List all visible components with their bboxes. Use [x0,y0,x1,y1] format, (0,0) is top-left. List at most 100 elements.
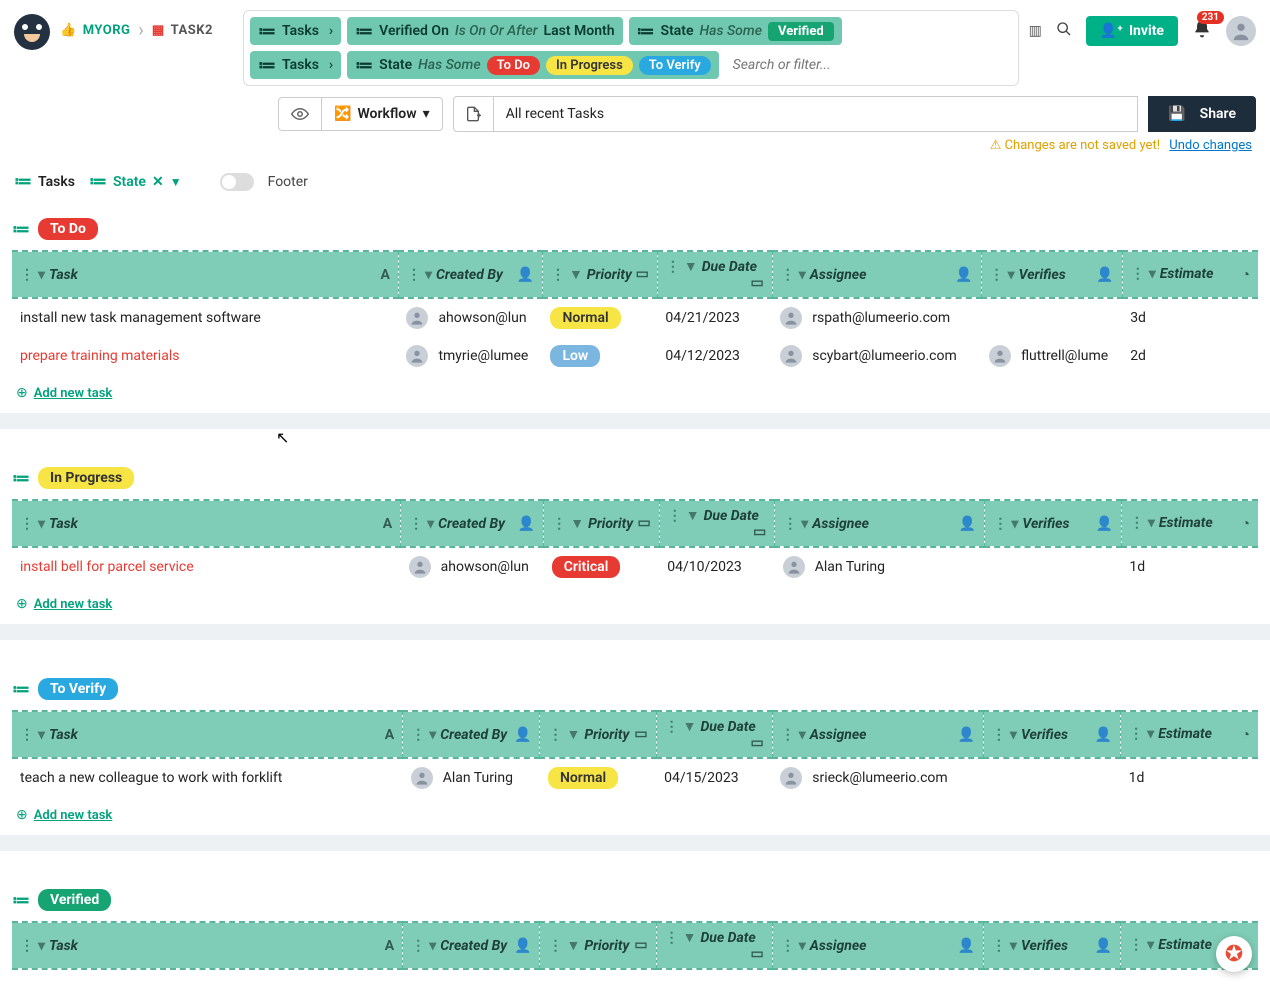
filter-search-input[interactable] [725,53,945,77]
col-priority[interactable]: ⋮▼Priority▭ [540,711,656,758]
table-row[interactable]: prepare training materials tmyrie@lumee … [12,337,1258,375]
caret-down-icon: ▾ [423,106,430,122]
cell-assignee[interactable]: scybart@lumeerio.com [772,337,981,375]
filter-state-multi-chip[interactable]: State Has Some To Do In Progress To Veri… [347,51,719,79]
breadcrumb: 👍 MYORG › ▦ TASK2 [60,20,213,41]
cell-task[interactable]: install bell for parcel service [12,547,401,586]
col-priority[interactable]: ⋮▼Priority▭ [544,500,660,547]
cell-created-by[interactable]: ahowson@lun [398,298,542,337]
col-verifies[interactable]: ⋮▾Verifies👤 [985,500,1122,547]
col-task[interactable]: ⋮▾TaskA [12,500,401,547]
user-avatar[interactable] [1226,16,1256,46]
undo-changes-link[interactable]: Undo changes [1169,138,1252,153]
col-created-by[interactable]: ⋮▾Created By👤 [403,711,540,758]
cell-priority[interactable]: Critical [544,547,660,586]
filter-source-chip[interactable]: Tasks › [250,17,341,45]
cell-task[interactable]: install new task management software [12,298,398,337]
table-row[interactable]: install new task management software aho… [12,298,1258,337]
chevron-down-icon[interactable]: ▼ [170,175,182,189]
cell-priority[interactable]: Normal [542,298,657,337]
cell-created-by[interactable]: Alan Turing [403,758,540,797]
plus-circle-icon: ⊕ [16,385,28,401]
invite-button[interactable]: 👤⁺ Invite [1086,16,1178,46]
share-button[interactable]: 💾 Share [1148,96,1256,132]
user-icon: 👤 [1096,267,1113,283]
col-verifies[interactable]: ⋮▾Verifies👤 [983,922,1120,969]
table-row[interactable]: teach a new colleague to work with forkl… [12,758,1258,797]
col-assignee[interactable]: ⋮▾Assignee👤 [772,711,983,758]
col-task[interactable]: ⋮▾TaskA [12,251,398,298]
col-due-date[interactable]: ⋮▼Due Date▭ [656,711,772,758]
group-label[interactable]: In Progress [38,467,134,489]
new-doc-icon[interactable] [454,97,494,131]
search-icon[interactable] [1056,21,1072,41]
cell-assignee[interactable]: Alan Turing [775,547,985,586]
cell-verifies[interactable] [981,298,1122,337]
col-verifies[interactable]: ⋮▾Verifies👤 [983,711,1120,758]
filter-source-chip-2[interactable]: Tasks › [250,51,341,79]
cell-created-by[interactable]: ahowson@lun [401,547,544,586]
list-icon [637,21,655,42]
cell-verifies[interactable]: fluttrell@lume [981,337,1122,375]
cell-due[interactable]: 04/12/2023 [657,337,772,375]
col-estimate[interactable]: ⋮▾Estimate◔ [1121,711,1258,758]
cell-assignee[interactable]: rspath@lumeerio.com [772,298,981,337]
workflow-dropdown[interactable]: 🔀 Workflow ▾ [322,98,442,130]
notifications-button[interactable]: 231 [1192,19,1212,43]
list-icon [258,21,276,42]
cell-priority[interactable]: Low [542,337,657,375]
view-groupby[interactable]: State ✕ ▼ [89,171,182,192]
avatar [783,556,805,578]
group-label[interactable]: To Verify [38,678,118,700]
breadcrumb-org[interactable]: 👍 MYORG [60,23,130,38]
cell-priority[interactable]: Normal [540,758,656,797]
close-icon[interactable]: ✕ [152,174,164,190]
group-label[interactable]: Verified [38,889,111,911]
app-logo[interactable] [14,14,50,50]
col-assignee[interactable]: ⋮▾Assignee👤 [772,922,983,969]
cell-assignee[interactable]: srieck@lumeerio.com [772,758,983,797]
cell-estimate[interactable]: 3d [1122,298,1258,337]
col-task[interactable]: ⋮▾TaskA [12,711,403,758]
cell-estimate[interactable]: 1d [1121,547,1258,586]
col-verifies[interactable]: ⋮▾Verifies👤 [981,251,1122,298]
group-separator [0,624,1270,640]
col-estimate[interactable]: ⋮▾Estimate◔ [1122,251,1258,298]
col-priority[interactable]: ⋮▼Priority▭ [540,922,656,969]
cell-verifies[interactable] [983,758,1120,797]
filter-state-verified-chip[interactable]: State Has Some Verified [629,17,842,45]
col-due-date[interactable]: ⋮▼Due Date▭ [657,251,772,298]
col-created-by[interactable]: ⋮▾Created By👤 [401,500,544,547]
col-task[interactable]: ⋮▾TaskA [12,922,403,969]
help-button[interactable]: ✪ [1216,936,1252,972]
col-due-date[interactable]: ⋮▼Due Date▭ [656,922,772,969]
group-label[interactable]: To Do [38,218,98,240]
view-search-text[interactable]: All recent Tasks [494,106,1138,122]
col-assignee[interactable]: ⋮▾Assignee👤 [772,251,981,298]
cell-due[interactable]: 04/21/2023 [657,298,772,337]
eye-toggle[interactable] [279,98,322,130]
breadcrumb-project[interactable]: ▦ TASK2 [152,23,213,38]
filter-verified-on-chip[interactable]: Verified On Is On Or After Last Month [347,17,622,45]
col-priority[interactable]: ⋮▼Priority▭ [542,251,657,298]
cell-verifies[interactable] [985,547,1122,586]
add-task-link[interactable]: Add new task [34,597,113,612]
add-task-link[interactable]: Add new task [34,808,113,823]
cell-task[interactable]: prepare training materials [12,337,398,375]
cell-estimate[interactable]: 2d [1122,337,1258,375]
cell-created-by[interactable]: tmyrie@lumee [398,337,542,375]
col-assignee[interactable]: ⋮▾Assignee👤 [775,500,985,547]
col-due-date[interactable]: ⋮▼Due Date▭ [659,500,775,547]
cell-due[interactable]: 04/15/2023 [656,758,772,797]
cell-task[interactable]: teach a new colleague to work with forkl… [12,758,403,797]
col-created-by[interactable]: ⋮▾Created By👤 [403,922,540,969]
cell-due[interactable]: 04/10/2023 [659,547,775,586]
footer-toggle[interactable] [220,173,254,191]
view-primary[interactable]: Tasks [14,171,75,192]
grid-view-icon[interactable]: ▥ [1029,23,1042,39]
table-row[interactable]: install bell for parcel service ahowson@… [12,547,1258,586]
add-task-link[interactable]: Add new task [34,386,113,401]
col-created-by[interactable]: ⋮▾Created By👤 [398,251,542,298]
cell-estimate[interactable]: 1d [1121,758,1258,797]
col-estimate[interactable]: ⋮▾Estimate◔ [1121,500,1258,547]
